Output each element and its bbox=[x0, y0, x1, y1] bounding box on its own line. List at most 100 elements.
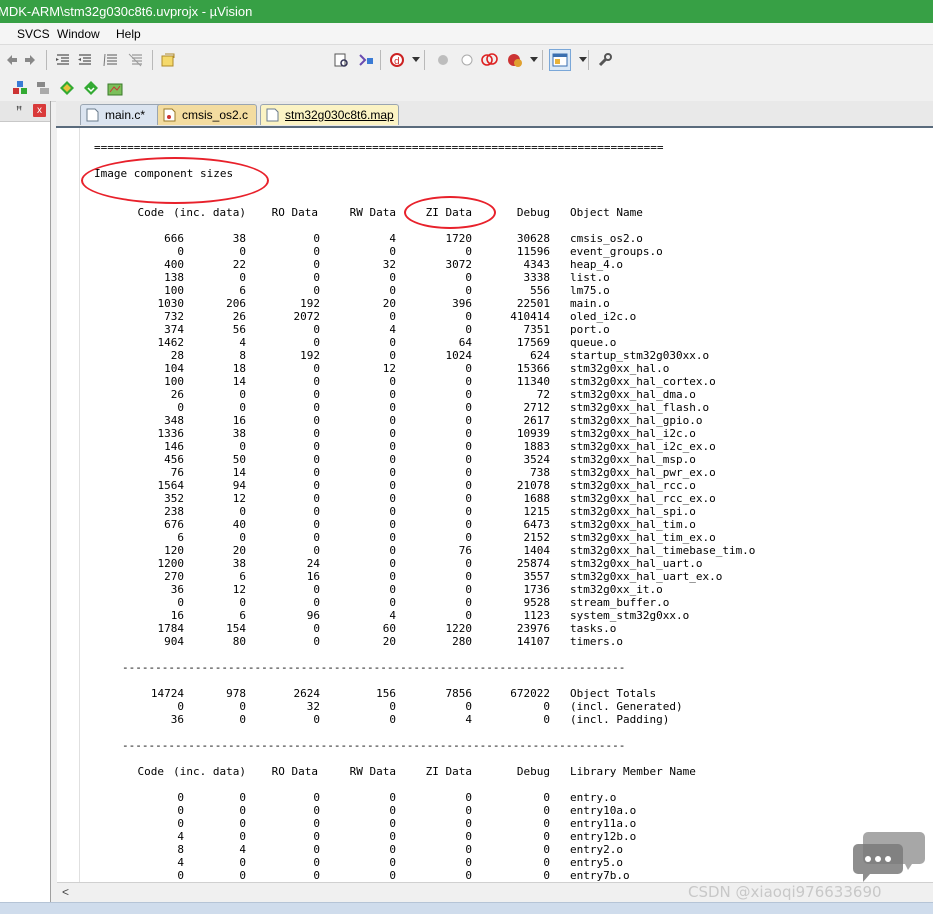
library-row-object-name: entry5.o bbox=[570, 856, 623, 869]
object-row-cell: 0 bbox=[313, 375, 320, 388]
totals-row-cell: 672022 bbox=[510, 687, 550, 700]
object-row-cell: 0 bbox=[389, 583, 396, 596]
target-options-icon[interactable] bbox=[105, 78, 125, 98]
object-row-cell: 0 bbox=[465, 570, 472, 583]
object-row-cell: 8 bbox=[239, 349, 246, 362]
menu-window[interactable]: Window bbox=[57, 27, 100, 41]
object-row-cell: 0 bbox=[465, 518, 472, 531]
object-row-cell: 72 bbox=[536, 388, 550, 401]
object-row-cell: 0 bbox=[389, 557, 396, 570]
object-row-cell: 0 bbox=[313, 479, 320, 492]
object-row-cell: 20 bbox=[232, 544, 246, 557]
menu-svcs[interactable]: SVCS bbox=[17, 27, 50, 41]
library-row-cell: 0 bbox=[543, 843, 550, 856]
object-row-cell: 0 bbox=[389, 427, 396, 440]
object-row-cell: 0 bbox=[465, 362, 472, 375]
object-row-cell: 0 bbox=[313, 245, 320, 258]
library-row-cell: 0 bbox=[239, 817, 246, 830]
pin-icon[interactable]: ꟸ bbox=[16, 104, 22, 117]
library-row-cell: 0 bbox=[313, 817, 320, 830]
download-icon[interactable] bbox=[81, 78, 101, 98]
object-row-cell: 0 bbox=[239, 388, 246, 401]
library-row-cell: 0 bbox=[313, 843, 320, 856]
object-row-cell: 0 bbox=[313, 336, 320, 349]
breakpoint-kill-all-icon[interactable] bbox=[505, 50, 525, 70]
object-row-cell: 64 bbox=[458, 336, 472, 349]
scroll-left-icon[interactable]: < bbox=[62, 885, 69, 899]
library-row-cell: 0 bbox=[465, 843, 472, 856]
object-row-cell: 14107 bbox=[516, 635, 550, 648]
object-row-cell: 0 bbox=[465, 479, 472, 492]
wrench-icon[interactable] bbox=[595, 50, 615, 70]
chevron-down-icon[interactable] bbox=[573, 50, 593, 70]
map-file-view[interactable]: ========================================… bbox=[57, 128, 933, 883]
object-row-cell: 1215 bbox=[523, 505, 551, 518]
column-header: (inc. data) bbox=[173, 765, 246, 778]
object-row-cell: 0 bbox=[465, 596, 472, 609]
library-row-cell: 4 bbox=[239, 843, 246, 856]
object-row-cell: 1123 bbox=[523, 609, 551, 622]
totals-row-object-name: (incl. Padding) bbox=[570, 713, 670, 726]
unindent-icon[interactable] bbox=[75, 50, 95, 70]
undo-arrow-icon[interactable] bbox=[2, 50, 22, 70]
tab-cmsis-os2-c[interactable]: cmsis_os2.c bbox=[157, 104, 257, 125]
object-row-cell: 0 bbox=[465, 245, 472, 258]
translate-icon[interactable] bbox=[10, 78, 30, 98]
breakpoint-disable-all-icon[interactable] bbox=[480, 50, 500, 70]
debug-start-icon[interactable]: d bbox=[388, 50, 408, 70]
rebuild-icon[interactable] bbox=[57, 78, 77, 98]
find-in-files-icon[interactable] bbox=[158, 50, 178, 70]
object-row-cell: 206 bbox=[226, 297, 246, 310]
close-icon[interactable]: x bbox=[33, 104, 46, 117]
build-icon[interactable] bbox=[33, 78, 53, 98]
find-icon[interactable] bbox=[331, 50, 351, 70]
object-row-cell: 0 bbox=[465, 388, 472, 401]
totals-row-cell: 0 bbox=[239, 713, 246, 726]
chevron-down-icon[interactable] bbox=[406, 50, 426, 70]
indent-icon[interactable] bbox=[53, 50, 73, 70]
object-row-cell: 0 bbox=[239, 245, 246, 258]
object-row-object-name: stm32g0xx_hal.o bbox=[570, 362, 670, 375]
chevron-down-icon[interactable] bbox=[524, 50, 544, 70]
object-row-cell: 0 bbox=[465, 271, 472, 284]
library-row-cell: 0 bbox=[313, 869, 320, 882]
object-row-object-name: queue.o bbox=[570, 336, 617, 349]
library-row-cell: 0 bbox=[389, 804, 396, 817]
object-row-object-name: stm32g0xx_hal_rcc_ex.o bbox=[570, 492, 716, 505]
tab-map-file[interactable]: stm32g030c8t6.map bbox=[260, 104, 399, 125]
object-row-cell: 38 bbox=[232, 232, 246, 245]
object-row-cell: 20 bbox=[382, 297, 396, 310]
column-header: RO Data bbox=[271, 206, 318, 219]
uncomment-icon[interactable] bbox=[126, 50, 146, 70]
object-row-cell: 0 bbox=[313, 401, 320, 414]
totals-row-cell: 0 bbox=[543, 713, 550, 726]
window-layout-icon[interactable] bbox=[549, 49, 571, 71]
object-row-cell: 38 bbox=[232, 427, 246, 440]
browse-icon[interactable] bbox=[356, 50, 376, 70]
toolbar-separator bbox=[380, 50, 381, 70]
object-row-cell: 0 bbox=[313, 440, 320, 453]
object-row-cell: 396 bbox=[452, 297, 472, 310]
object-row-cell: 0 bbox=[239, 531, 246, 544]
object-row-cell: 624 bbox=[530, 349, 550, 362]
column-header: (inc. data) bbox=[173, 206, 246, 219]
object-row-cell: 0 bbox=[313, 466, 320, 479]
column-header: Object Name bbox=[570, 206, 643, 219]
tab-map-file-label: stm32g030c8t6.map bbox=[285, 108, 394, 122]
menu-help[interactable]: Help bbox=[116, 27, 141, 41]
object-row-object-name: stm32g0xx_it.o bbox=[570, 583, 663, 596]
library-row-cell: 0 bbox=[465, 869, 472, 882]
breakpoint-enable-icon[interactable] bbox=[457, 50, 477, 70]
chat-bubble-icon bbox=[852, 830, 926, 886]
breakpoint-insert-icon[interactable] bbox=[433, 50, 453, 70]
comment-icon[interactable] bbox=[101, 50, 121, 70]
library-row-cell: 0 bbox=[465, 856, 472, 869]
object-row-cell: 38 bbox=[232, 557, 246, 570]
object-row-cell: 0 bbox=[313, 388, 320, 401]
object-row-cell: 12 bbox=[382, 362, 396, 375]
object-row-cell: 30628 bbox=[516, 232, 550, 245]
map-file-icon bbox=[266, 108, 279, 122]
redo-arrow-icon[interactable] bbox=[20, 50, 40, 70]
object-row-cell: 0 bbox=[389, 349, 396, 362]
object-row-cell: 0 bbox=[465, 284, 472, 297]
